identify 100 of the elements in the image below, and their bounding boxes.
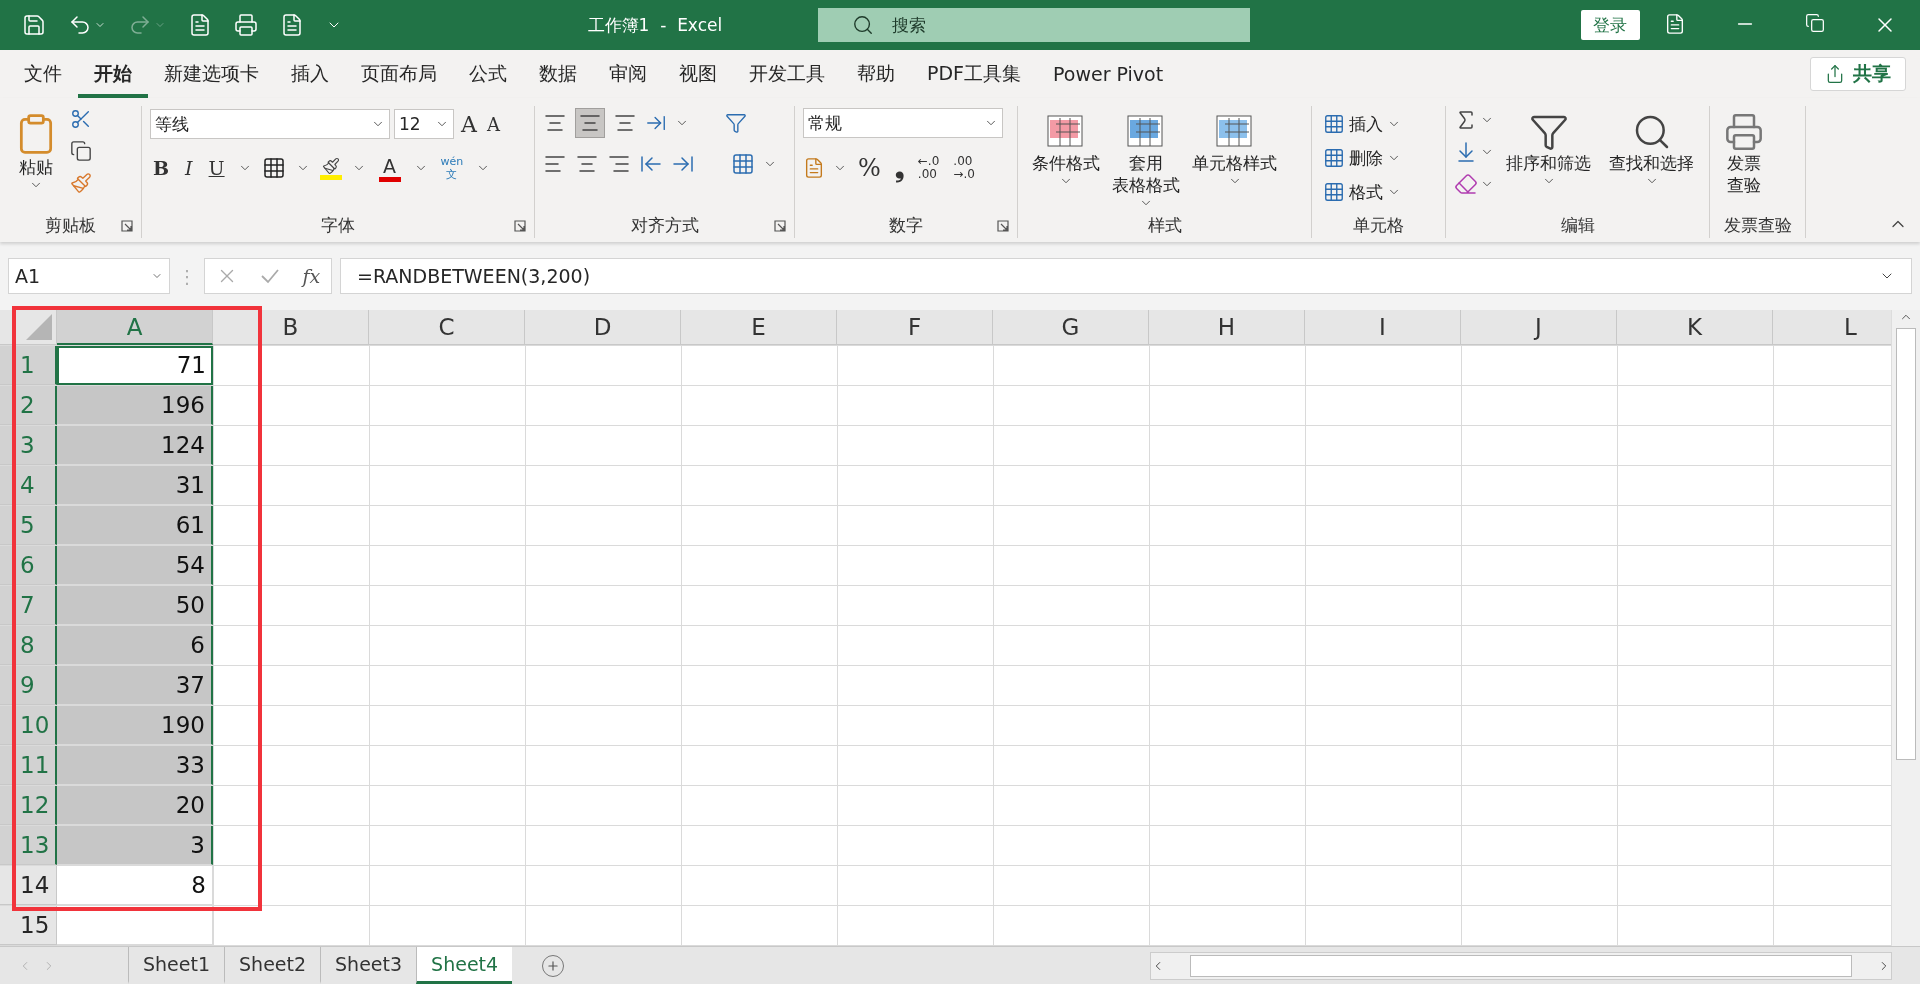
sheet-tab[interactable]: Sheet2 bbox=[224, 947, 321, 984]
row-header[interactable]: 15 bbox=[0, 906, 57, 945]
name-box[interactable]: A1 bbox=[8, 258, 170, 294]
column-header[interactable]: B bbox=[213, 310, 369, 345]
row-header[interactable]: 11 bbox=[0, 746, 57, 785]
ribbon-tab[interactable]: 数据 bbox=[523, 50, 593, 98]
paste-button[interactable]: 粘贴 bbox=[8, 108, 64, 196]
ribbon-tab[interactable]: 审阅 bbox=[593, 50, 663, 98]
style-button[interactable]: 套用 表格格式 bbox=[1106, 108, 1186, 214]
cells-button[interactable]: 删除 bbox=[1320, 142, 1404, 174]
undo-icon[interactable] bbox=[68, 13, 92, 37]
row-header[interactable]: 3 bbox=[0, 426, 57, 465]
ribbon-tab[interactable]: 公式 bbox=[453, 50, 523, 98]
select-all-corner[interactable] bbox=[0, 310, 57, 345]
restore-icon[interactable] bbox=[1805, 13, 1825, 33]
document-icon[interactable] bbox=[280, 13, 304, 37]
row-header[interactable]: 10 bbox=[0, 706, 57, 745]
sheet-tab[interactable]: Sheet1 bbox=[128, 947, 225, 984]
column-header[interactable]: L bbox=[1773, 310, 1891, 345]
redo-icon[interactable] bbox=[128, 13, 152, 37]
row-header[interactable]: 2 bbox=[0, 386, 57, 425]
style-button[interactable]: 条件格式 bbox=[1026, 108, 1106, 192]
phonetic-button[interactable]: wén 文 bbox=[437, 152, 467, 184]
table-icon[interactable] bbox=[1323, 113, 1345, 135]
sign-in-button[interactable]: 登录 bbox=[1580, 10, 1640, 40]
format-painter-icon[interactable] bbox=[70, 172, 92, 194]
editing-button[interactable]: 排序和筛选 bbox=[1500, 108, 1597, 192]
font-color-button[interactable]: A bbox=[375, 152, 404, 184]
decimal-button[interactable]: ←.0 .00 bbox=[914, 152, 943, 184]
copy-icon[interactable] bbox=[70, 140, 92, 162]
font-size-field[interactable]: 12 bbox=[394, 109, 454, 139]
row-header[interactable]: 13 bbox=[0, 826, 57, 865]
percent-button[interactable]: % bbox=[855, 152, 884, 184]
row-header[interactable]: 9 bbox=[0, 666, 57, 705]
column-header[interactable]: I bbox=[1305, 310, 1461, 345]
save-icon[interactable] bbox=[22, 13, 46, 37]
search-icon[interactable] bbox=[851, 14, 874, 36]
grow-font-button[interactable]: A bbox=[458, 108, 480, 140]
row-header[interactable]: 14 bbox=[0, 866, 57, 905]
merge-cells-icon[interactable] bbox=[731, 152, 755, 176]
table-icon[interactable] bbox=[1323, 147, 1345, 169]
column-header[interactable]: A bbox=[57, 310, 213, 345]
column-header[interactable]: C bbox=[369, 310, 525, 345]
dialog-launcher-icon[interactable] bbox=[514, 220, 526, 232]
ribbon-tab[interactable]: Power Pivot bbox=[1037, 50, 1180, 98]
underline-button[interactable]: U bbox=[205, 152, 228, 184]
row-header[interactable]: 12 bbox=[0, 786, 57, 825]
font-name-field[interactable]: 等线 bbox=[150, 109, 390, 139]
italic-button[interactable]: I bbox=[182, 152, 196, 184]
share-button[interactable]: 共享 bbox=[1810, 57, 1906, 91]
print-preview-icon[interactable] bbox=[234, 13, 258, 37]
column-header[interactable]: G bbox=[993, 310, 1149, 345]
bold-button[interactable]: B bbox=[150, 152, 173, 184]
column-header[interactable]: E bbox=[681, 310, 837, 345]
insert-function-button[interactable]: fx bbox=[302, 265, 321, 287]
cells-button[interactable]: 格式 bbox=[1320, 176, 1404, 208]
borders-icon[interactable] bbox=[261, 156, 286, 180]
style-button[interactable]: 单元格样式 bbox=[1186, 108, 1283, 192]
dialog-launcher-icon[interactable] bbox=[997, 220, 1009, 232]
fill-color-icon[interactable] bbox=[319, 156, 342, 180]
scrollbar-thumb[interactable] bbox=[1896, 328, 1916, 760]
column-header[interactable]: F bbox=[837, 310, 993, 345]
dialog-launcher-icon[interactable] bbox=[774, 220, 786, 232]
column-header[interactable]: H bbox=[1149, 310, 1305, 345]
scissors-icon[interactable] bbox=[70, 108, 92, 130]
column-header[interactable]: J bbox=[1461, 310, 1617, 345]
scrollbar-thumb[interactable] bbox=[1190, 954, 1852, 977]
eraser-icon[interactable] bbox=[1454, 172, 1478, 196]
invoice-check-button[interactable]: 发票 查验 bbox=[1718, 108, 1770, 200]
cells-button[interactable]: 插入 bbox=[1320, 108, 1404, 140]
shrink-font-button[interactable]: A bbox=[483, 108, 503, 140]
dialog-launcher-icon[interactable] bbox=[121, 220, 133, 232]
ribbon-tab[interactable]: 文件 bbox=[8, 50, 78, 98]
decimal-button[interactable]: .00 →.0 bbox=[950, 152, 978, 184]
row-header[interactable]: 6 bbox=[0, 546, 57, 585]
comma-button[interactable]: ❟ bbox=[891, 152, 907, 184]
ribbon-tab[interactable]: 开发工具 bbox=[733, 50, 841, 98]
formula-field[interactable]: =RANDBETWEEN(3,200) bbox=[340, 258, 1912, 294]
ribbon-tab[interactable]: 帮助 bbox=[841, 50, 911, 98]
editing-button[interactable]: 查找和选择 bbox=[1603, 108, 1700, 192]
table-icon[interactable] bbox=[1323, 181, 1345, 203]
sheet-tab[interactable]: Sheet4 bbox=[416, 947, 513, 984]
number-format-field[interactable]: 常规 bbox=[803, 108, 1003, 138]
row-header[interactable]: 1 bbox=[0, 346, 57, 385]
ribbon-tab[interactable]: 插入 bbox=[275, 50, 345, 98]
table-cell: 3 bbox=[57, 826, 213, 865]
table-cell: 190 bbox=[57, 706, 213, 745]
ribbon-tab[interactable]: 页面布局 bbox=[345, 50, 453, 98]
ribbon-tab[interactable]: 新建选项卡 bbox=[148, 50, 275, 98]
column-header[interactable]: K bbox=[1617, 310, 1773, 345]
group-label: 编辑 bbox=[1559, 214, 1596, 237]
share-icon[interactable] bbox=[1825, 64, 1845, 84]
row-header[interactable]: 5 bbox=[0, 506, 57, 545]
column-header[interactable]: D bbox=[525, 310, 681, 345]
ribbon-tab[interactable]: 视图 bbox=[663, 50, 733, 98]
row-header[interactable]: 7 bbox=[0, 586, 57, 625]
search-field[interactable]: 搜索 bbox=[817, 8, 1250, 42]
row-header[interactable]: 4 bbox=[0, 466, 57, 505]
row-header[interactable]: 8 bbox=[0, 626, 57, 665]
ribbon-tab[interactable]: PDF工具集 bbox=[911, 50, 1038, 98]
